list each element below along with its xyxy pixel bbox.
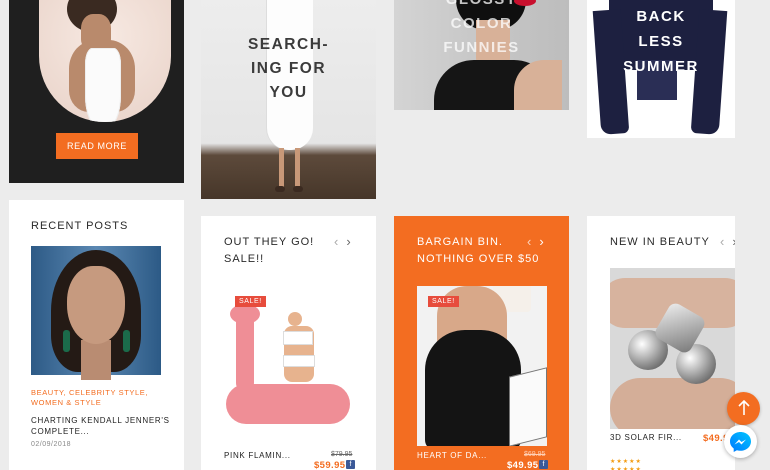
product-image-black-dress[interactable]: SALE! bbox=[417, 286, 547, 446]
promo-card-glossy[interactable]: GLOSSY COLOR FUNNIES bbox=[394, 0, 569, 110]
post-categories[interactable]: BEAUTY, CELEBRITY STYLE, WOMEN & STYLE bbox=[31, 388, 171, 408]
messenger-icon bbox=[730, 432, 751, 452]
promo-overlay-text: GLOSSY COLOR FUNNIES bbox=[443, 0, 520, 56]
product-price: $59.95 bbox=[314, 460, 346, 470]
promo-card-backless[interactable]: BACK LESS SUMMER bbox=[587, 0, 735, 138]
carousel-nav: ‹› bbox=[720, 234, 735, 249]
scroll-to-top-button[interactable] bbox=[727, 392, 760, 425]
post-thumbnail[interactable] bbox=[31, 246, 161, 380]
rating-stars: ★★★★★ bbox=[610, 467, 642, 470]
chevron-left-icon[interactable]: ‹ bbox=[720, 234, 732, 249]
promo-overlay-text: SEARCH- ING FOR YOU bbox=[247, 36, 330, 101]
product-carousel-beauty: NEW IN BEAUTY ‹› 3D SOLAR FIR... $49.9 ★… bbox=[587, 216, 735, 470]
carousel-heading: OUT THEY GO! SALE!! bbox=[224, 236, 315, 265]
chevron-right-icon[interactable]: › bbox=[346, 234, 358, 249]
sale-badge: SALE! bbox=[235, 296, 266, 307]
promo-card-searching[interactable]: SEARCH- ING FOR YOU bbox=[201, 0, 376, 199]
post-date: 02/09/2018 bbox=[31, 441, 72, 448]
facebook-icon[interactable]: f bbox=[539, 460, 548, 469]
chevron-left-icon[interactable]: ‹ bbox=[527, 234, 539, 249]
facebook-icon[interactable]: f bbox=[346, 460, 355, 469]
product-carousel-sale: OUT THEY GO! SALE!! ‹› SALE! PINK FLAMIN… bbox=[201, 216, 376, 470]
chevron-left-icon[interactable]: ‹ bbox=[334, 234, 346, 249]
product-name[interactable]: HEART OF DA... bbox=[417, 451, 487, 460]
messenger-chat-button[interactable] bbox=[724, 425, 757, 458]
chevron-right-icon[interactable]: › bbox=[732, 234, 735, 249]
sale-badge: SALE! bbox=[428, 296, 459, 307]
product-old-price: $79.95 bbox=[331, 451, 353, 458]
carousel-heading: BARGAIN BIN. NOTHING OVER $50 bbox=[417, 236, 540, 265]
recent-posts-widget: RECENT POSTS BEAUTY, CELEBRITY STYLE, WO… bbox=[9, 200, 184, 470]
product-name[interactable]: PINK FLAMIN... bbox=[224, 451, 291, 460]
carousel-nav: ‹› bbox=[334, 234, 359, 249]
product-image-flamingo[interactable]: SALE! bbox=[224, 286, 354, 446]
product-carousel-bargain: BARGAIN BIN. NOTHING OVER $50 ‹› SALE! H… bbox=[394, 216, 569, 470]
product-price: $49.95 bbox=[507, 460, 539, 470]
promo-card-read-more: READ MORE bbox=[9, 0, 184, 183]
arrow-up-icon bbox=[737, 399, 750, 415]
carousel-heading: NEW IN BEAUTY bbox=[610, 236, 710, 248]
post-title[interactable]: CHARTING KENDALL JENNER'S COMPLETE... bbox=[31, 415, 171, 437]
recent-posts-heading: RECENT POSTS bbox=[31, 220, 129, 232]
promo-overlay-text: BACK LESS SUMMER bbox=[623, 8, 699, 75]
product-name[interactable]: 3D SOLAR FIR... bbox=[610, 433, 682, 442]
rating-stars: ★★★★★ bbox=[610, 459, 642, 465]
read-more-button[interactable]: READ MORE bbox=[56, 133, 138, 159]
chevron-right-icon[interactable]: › bbox=[539, 234, 551, 249]
promo-image-swimsuit bbox=[39, 0, 171, 122]
carousel-nav: ‹› bbox=[527, 234, 552, 249]
product-old-price: $69.95 bbox=[524, 451, 546, 458]
product-image-roller[interactable] bbox=[610, 268, 735, 429]
